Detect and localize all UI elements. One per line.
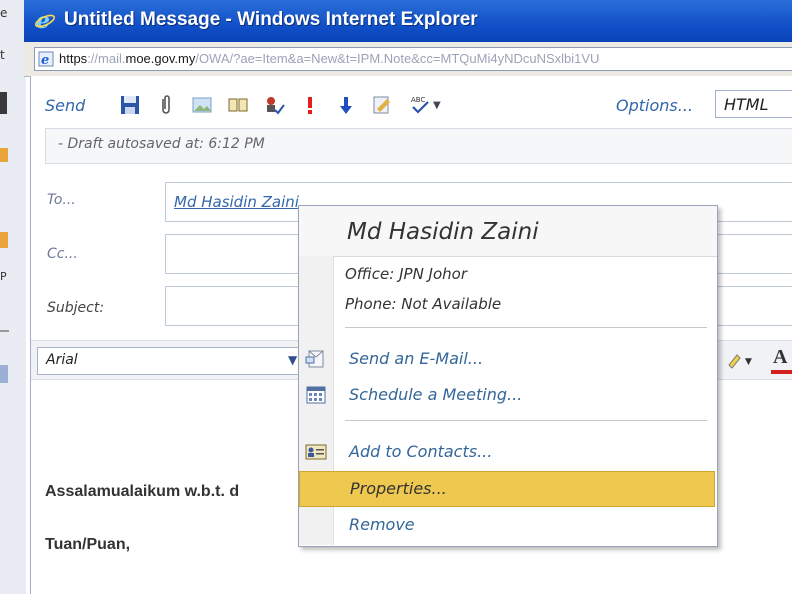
menu-separator bbox=[345, 327, 707, 328]
recipient-name-link[interactable]: Md Hasidin Zaini bbox=[174, 193, 299, 211]
background-block bbox=[0, 148, 8, 162]
font-color-letter: A bbox=[773, 346, 788, 368]
subject-label: Subject: bbox=[47, 300, 105, 316]
menu-separator bbox=[345, 420, 707, 421]
font-family-select[interactable]: Arial ▼ bbox=[37, 347, 307, 375]
low-importance-icon[interactable] bbox=[335, 94, 357, 116]
options-button[interactable]: Options... bbox=[616, 90, 693, 120]
insert-image-icon[interactable] bbox=[191, 94, 213, 116]
internet-explorer-logo-icon: e bbox=[34, 9, 56, 31]
background-block bbox=[0, 330, 9, 332]
message-format-select[interactable]: HTML bbox=[715, 90, 792, 118]
menu-item-properties[interactable]: Properties... bbox=[299, 471, 715, 507]
desktop-background-strip: e t P bbox=[0, 0, 26, 594]
font-color-button[interactable]: A bbox=[769, 346, 792, 374]
url-scheme: https bbox=[59, 51, 88, 66]
attach-paperclip-icon[interactable] bbox=[155, 94, 177, 116]
menu-item-schedule-meeting[interactable]: Schedule a Meeting... bbox=[299, 378, 715, 412]
check-names-icon[interactable] bbox=[263, 94, 285, 116]
address-book-icon[interactable] bbox=[227, 94, 249, 116]
menu-item-add-to-contacts[interactable]: Add to Contacts... bbox=[299, 435, 715, 469]
contact-card-header: Md Hasidin Zaini bbox=[299, 206, 717, 257]
menu-item-label: Send an E-Mail... bbox=[349, 349, 484, 368]
highlight-color-icon[interactable]: ▼ bbox=[723, 349, 753, 371]
background-block bbox=[0, 92, 7, 114]
menu-item-label: Add to Contacts... bbox=[349, 442, 493, 461]
font-name: Arial bbox=[46, 352, 78, 368]
url-text: https://mail.moe.gov.my/OWA/?ae=Item&a=N… bbox=[59, 51, 599, 66]
background-glyph: e bbox=[0, 6, 8, 20]
background-glyph: P bbox=[0, 270, 7, 283]
save-icon[interactable] bbox=[119, 94, 141, 116]
message-body-line[interactable]: Tuan/Puan, bbox=[45, 536, 130, 554]
page-ie-icon: e bbox=[38, 51, 54, 67]
message-body-line[interactable]: Assalamualaikum w.b.t. d bbox=[45, 483, 239, 501]
menu-item-send-email[interactable]: Send an E-Mail... bbox=[299, 342, 715, 376]
to-button[interactable]: To... bbox=[47, 192, 76, 208]
menu-item-label: Remove bbox=[349, 515, 415, 534]
high-importance-icon[interactable] bbox=[299, 94, 321, 116]
spell-check-dropdown-icon[interactable]: ▼ bbox=[433, 90, 441, 120]
contact-office: Office: JPN Johor bbox=[345, 265, 468, 283]
cc-button[interactable]: Cc... bbox=[47, 246, 78, 262]
contact-context-menu: Md Hasidin Zaini Office: JPN Johor Phone… bbox=[298, 205, 718, 547]
address-field[interactable]: e https://mail.moe.gov.my/OWA/?ae=Item&a… bbox=[34, 47, 792, 71]
spell-check-icon[interactable]: ABC bbox=[409, 94, 431, 116]
background-block bbox=[0, 232, 8, 248]
menu-item-label: Schedule a Meeting... bbox=[349, 385, 523, 404]
calendar-icon bbox=[306, 386, 326, 404]
url-host: moe.gov.my bbox=[125, 51, 196, 66]
contact-card-icon bbox=[305, 444, 327, 460]
url-path: /OWA/?ae=Item&a=New&t=IPM.Note&cc=MTQuMi… bbox=[195, 51, 600, 66]
compose-toolbar: Send ABC ▼ Options... HTML bbox=[31, 90, 792, 120]
signature-icon[interactable] bbox=[371, 94, 393, 116]
contact-name: Md Hasidin Zaini bbox=[347, 219, 539, 245]
menu-item-label: Properties... bbox=[350, 479, 447, 498]
background-glyph: t bbox=[0, 48, 5, 62]
envelope-icon bbox=[305, 350, 324, 368]
window-title: Untitled Message - Windows Internet Expl… bbox=[64, 9, 478, 30]
contact-phone: Phone: Not Available bbox=[345, 295, 502, 313]
draft-status-bar: - Draft autosaved at: 6:12 PM bbox=[45, 128, 792, 164]
svg-text:ABC: ABC bbox=[411, 96, 425, 104]
chevron-down-icon: ▼ bbox=[288, 353, 298, 367]
draft-status-text: - Draft autosaved at: 6:12 PM bbox=[58, 136, 265, 152]
url-separator: ://mail. bbox=[87, 51, 126, 66]
window-title-bar[interactable]: e Untitled Message - Windows Internet Ex… bbox=[24, 0, 792, 42]
menu-item-remove[interactable]: Remove bbox=[299, 508, 715, 542]
svg-text:e: e bbox=[41, 53, 49, 67]
svg-text:▼: ▼ bbox=[745, 357, 752, 367]
background-block bbox=[0, 365, 8, 383]
font-color-swatch bbox=[771, 370, 792, 374]
address-bar: e https://mail.moe.gov.my/OWA/?ae=Item&a… bbox=[24, 42, 792, 77]
send-button[interactable]: Send bbox=[45, 90, 85, 120]
